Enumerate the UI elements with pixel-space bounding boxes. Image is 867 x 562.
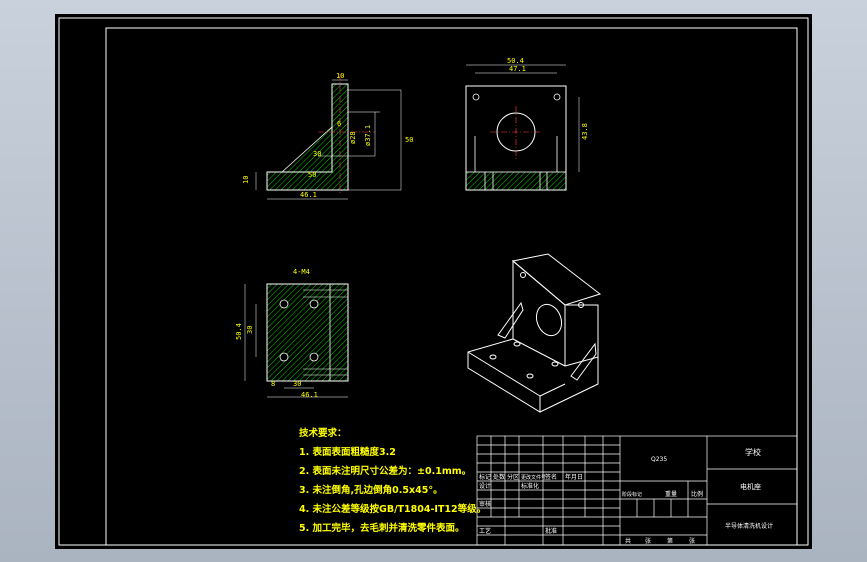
tb-r2-0: 设计 [479, 482, 491, 490]
tb-r2-5: 重量 [665, 490, 677, 498]
tb-r1-5: 年月日 [565, 473, 583, 481]
note-1: 1. 表面表面粗糙度3.2 [299, 446, 396, 458]
technical-requirements: 技术要求： 1. 表面表面粗糙度3.2 2. 表面未注明尺寸公差为：±0.1mm… [299, 427, 486, 534]
dim-hole-dia: ø28 [349, 131, 357, 144]
notes-title: 技术要求： [299, 427, 347, 439]
tb-r3-0: 审核 [479, 500, 491, 508]
tb-sheet-0: 共 [625, 537, 631, 545]
drawing-sheet: 10 50 ø37.1 ø28 6 30 10 50 46.1 50.4 47.… [55, 14, 812, 549]
tb-school: 学校 [745, 447, 761, 457]
tb-r4-0: 工艺 [479, 527, 491, 535]
tb-r2-4: 阶段标记 [622, 491, 642, 498]
dim-top-width: 46.1 [301, 391, 318, 399]
dim-small: 6 [337, 120, 341, 128]
note-5: 5. 加工完毕，去毛刺并清洗零件表面。 [299, 522, 465, 534]
tb-material: Q235 [651, 456, 667, 463]
dim-pitch-v: 30 [246, 326, 254, 334]
dim-base-thickness: 10 [242, 176, 250, 184]
front-view: 10 50 ø37.1 ø28 6 30 10 50 46.1 [242, 72, 413, 200]
dim-bore-dia: ø37.1 [364, 125, 372, 146]
tb-r2-6: 比例 [691, 490, 703, 498]
dim-side-height: 43.8 [581, 123, 589, 140]
dim-height: 50 [405, 136, 413, 144]
tb-r1-3: 更改文件号 [521, 474, 546, 481]
title-block-text: Q235 学校 电机座 半导体清洗机设计 标记 处数 分区 更改文件号 签名 年… [479, 447, 773, 545]
tb-sheet-1: 张 [645, 537, 651, 545]
dim-base-len: 50 [308, 171, 316, 179]
tb-sheet-2: 第 [667, 537, 673, 545]
cad-viewport[interactable]: 10 50 ø37.1 ø28 6 30 10 50 46.1 50.4 47.… [0, 0, 867, 562]
dim-overall: 50.4 [507, 57, 524, 65]
dim-width: 46.1 [300, 191, 317, 199]
dim-top-height: 50.4 [235, 323, 243, 340]
dim-top-thickness: 10 [336, 72, 344, 80]
top-view: 4-M4 50.4 30 8 30 46.1 [235, 268, 349, 399]
dim-inner: 47.1 [509, 65, 526, 73]
dim-pitch-h: 30 [293, 380, 301, 388]
tb-r1-0: 标记 [479, 473, 491, 481]
tb-r2-2: 标准化 [521, 482, 539, 490]
tb-part-name: 电机座 [740, 482, 761, 491]
dim-holes: 4-M4 [293, 268, 310, 276]
isometric-view [467, 253, 602, 413]
tb-project: 半导体清洗机设计 [725, 522, 773, 530]
tb-r1-2: 分区 [507, 473, 519, 481]
note-4: 4. 未注公差等级按GB/T1804-IT12等级。 [299, 503, 486, 515]
side-view: 50.4 47.1 43.8 [465, 57, 589, 191]
note-2: 2. 表面未注明尺寸公差为：±0.1mm。 [299, 465, 471, 477]
note-3: 3. 未注倒角,孔边倒角0.5x45°。 [299, 484, 443, 496]
cad-drawing: 10 50 ø37.1 ø28 6 30 10 50 46.1 50.4 47.… [58, 17, 809, 546]
tb-r4-2: 批准 [545, 527, 557, 535]
tb-sheet-3: 张 [689, 537, 695, 545]
tb-r1-1: 处数 [493, 473, 505, 481]
dim-left: 8 [271, 380, 275, 388]
dim-rib: 30 [313, 150, 321, 158]
tb-r1-4: 签名 [545, 473, 557, 481]
